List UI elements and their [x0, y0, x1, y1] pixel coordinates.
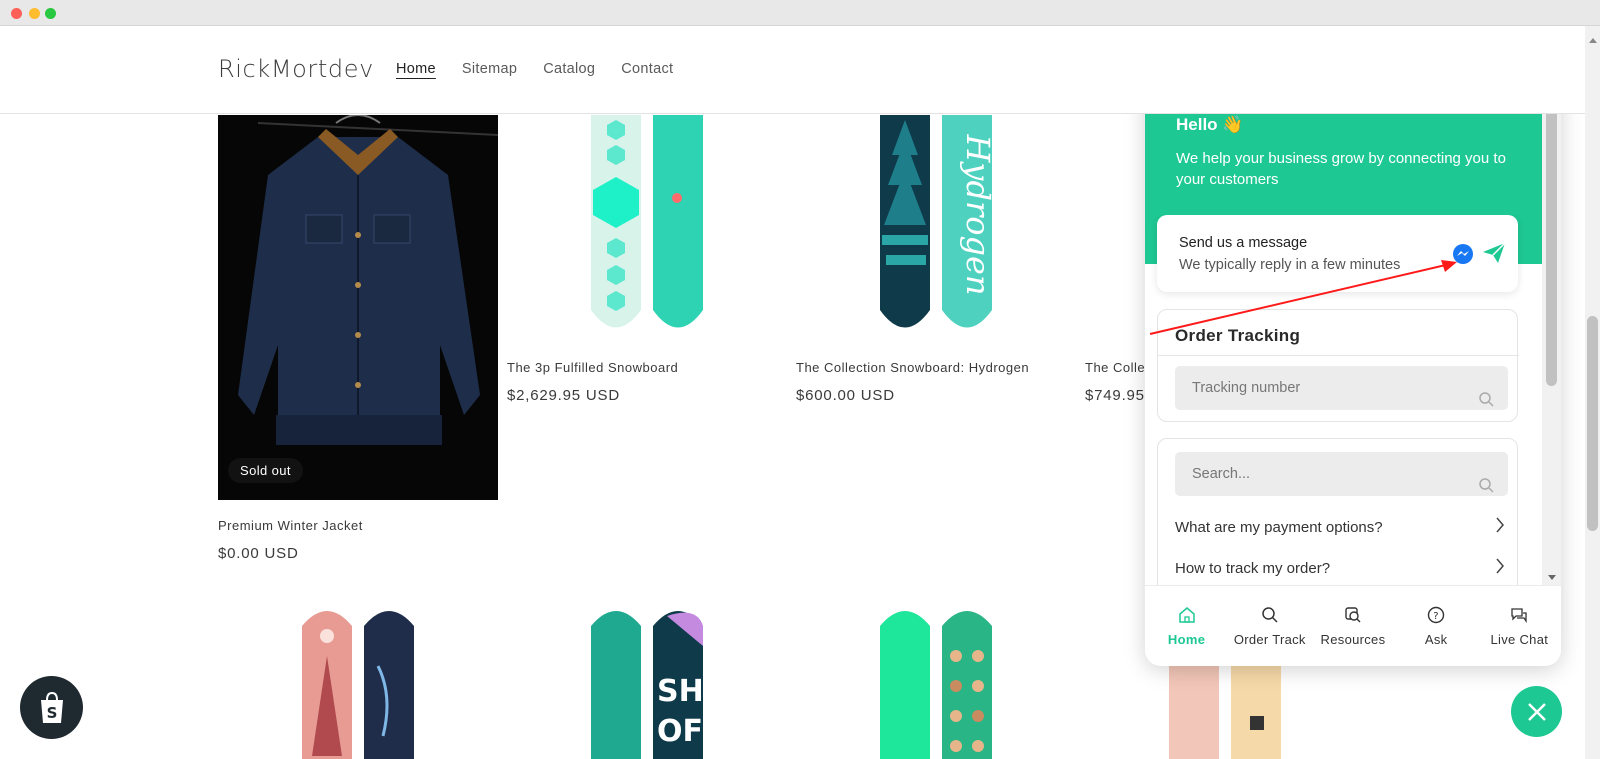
- faq-label: What are my payment options?: [1175, 519, 1383, 536]
- scroll-up-arrow[interactable]: [1589, 38, 1597, 43]
- tab-label: Resources: [1320, 632, 1386, 647]
- widget-subtitle: We help your business grow by connecting…: [1176, 150, 1506, 188]
- nav-sitemap[interactable]: Sitemap: [462, 61, 517, 77]
- chat-icon: [1478, 606, 1561, 628]
- snowboard-image: Hydrogen: [880, 115, 997, 328]
- product-price: $2,629.95 USD: [507, 387, 620, 404]
- divider: [1158, 355, 1519, 356]
- question-icon: ?: [1395, 606, 1478, 628]
- search-placeholder: Search...: [1192, 466, 1251, 482]
- product-price: $600.00 USD: [796, 387, 895, 404]
- chevron-right-icon: [1495, 558, 1505, 578]
- product-title[interactable]: The Collec: [1085, 360, 1152, 375]
- tab-label: Home: [1167, 632, 1206, 647]
- snowboard-image: SH OF: [591, 611, 704, 759]
- main-nav: Home Sitemap Catalog Contact: [396, 61, 673, 77]
- snowboard-image: [880, 611, 992, 759]
- resources-icon: [1311, 606, 1394, 628]
- product-title[interactable]: The 3p Fulfilled Snowboard: [507, 360, 678, 375]
- product-image[interactable]: Sold out: [218, 115, 498, 500]
- browser-titlebar: [0, 0, 1600, 26]
- tab-label: Order Track: [1233, 632, 1306, 647]
- snowboard-image: [302, 611, 414, 759]
- svg-text:SH: SH: [657, 674, 704, 709]
- store-header: RickMortdev Home Sitemap Catalog Contact: [0, 26, 1585, 114]
- product-price: $0.00 USD: [218, 545, 299, 562]
- send-message-title: Send us a message: [1179, 235, 1308, 251]
- scroll-down-arrow[interactable]: [1548, 575, 1556, 580]
- product-card-row2-2[interactable]: SH OF: [507, 606, 787, 759]
- svg-text:Hydrogen: Hydrogen: [959, 133, 997, 295]
- minimize-window-button[interactable]: [29, 8, 40, 19]
- tab-label: Ask: [1424, 632, 1448, 647]
- tracking-placeholder: Tracking number: [1192, 380, 1301, 396]
- search-icon: [1228, 606, 1311, 628]
- svg-text:OF: OF: [657, 714, 703, 749]
- sold-out-badge: Sold out: [228, 458, 303, 483]
- product-price: $749.95: [1085, 387, 1145, 404]
- snowboard-image: [591, 115, 703, 328]
- product-card-row2-1[interactable]: [218, 606, 498, 759]
- faq-label: How to track my order?: [1175, 560, 1331, 577]
- search-icon[interactable]: [1479, 467, 1494, 511]
- scrollbar-thumb[interactable]: [1546, 74, 1557, 386]
- faq-item-track-order[interactable]: How to track my order?: [1175, 558, 1505, 578]
- page-scrollbar[interactable]: [1585, 26, 1600, 759]
- help-search-card: Search... What are my payment options? H…: [1157, 438, 1518, 585]
- tab-home[interactable]: Home: [1145, 586, 1228, 666]
- search-icon[interactable]: [1479, 381, 1494, 425]
- tab-order-track[interactable]: Order Track: [1228, 586, 1311, 666]
- chat-widget: Hello 👋 We help your business grow by co…: [1145, 58, 1561, 666]
- widget-scrollbar[interactable]: [1542, 58, 1561, 585]
- annotation-arrow: [1149, 260, 1457, 335]
- tab-resources[interactable]: Resources: [1311, 586, 1394, 666]
- product-image[interactable]: Hydrogen: [796, 115, 1076, 350]
- nav-catalog[interactable]: Catalog: [543, 61, 595, 77]
- shopify-bag-icon[interactable]: S: [20, 676, 83, 739]
- tab-live-chat[interactable]: Live Chat: [1478, 586, 1561, 666]
- chevron-right-icon: [1495, 517, 1505, 537]
- tab-label: Live Chat: [1490, 632, 1549, 647]
- maximize-window-button[interactable]: [45, 8, 56, 19]
- tab-ask[interactable]: ? Ask: [1395, 586, 1478, 666]
- svg-text:?: ?: [1433, 611, 1439, 622]
- close-icon: [1527, 702, 1546, 721]
- faq-item-payment[interactable]: What are my payment options?: [1175, 517, 1505, 537]
- close-widget-button[interactable]: [1511, 686, 1562, 737]
- send-icon[interactable]: [1482, 242, 1506, 269]
- product-card-row2-3[interactable]: [796, 606, 1076, 759]
- scrollbar-thumb[interactable]: [1587, 316, 1598, 531]
- home-icon: [1145, 606, 1228, 628]
- nav-home[interactable]: Home: [396, 61, 436, 77]
- product-title[interactable]: The Collection Snowboard: Hydrogen: [796, 360, 1029, 375]
- nav-contact[interactable]: Contact: [621, 61, 673, 77]
- tracking-number-input[interactable]: Tracking number: [1175, 366, 1508, 410]
- store-logo[interactable]: RickMortdev: [218, 55, 374, 83]
- product-title[interactable]: Premium Winter Jacket: [218, 518, 363, 533]
- svg-text:S: S: [46, 704, 57, 722]
- close-window-button[interactable]: [11, 8, 22, 19]
- product-image[interactable]: [507, 115, 787, 350]
- widget-tab-bar: Home Order Track Resources ? Ask Live Ch…: [1145, 585, 1561, 666]
- jacket-image: [218, 115, 498, 500]
- widget-greeting: Hello 👋: [1176, 115, 1244, 134]
- help-search-input[interactable]: Search...: [1175, 452, 1508, 496]
